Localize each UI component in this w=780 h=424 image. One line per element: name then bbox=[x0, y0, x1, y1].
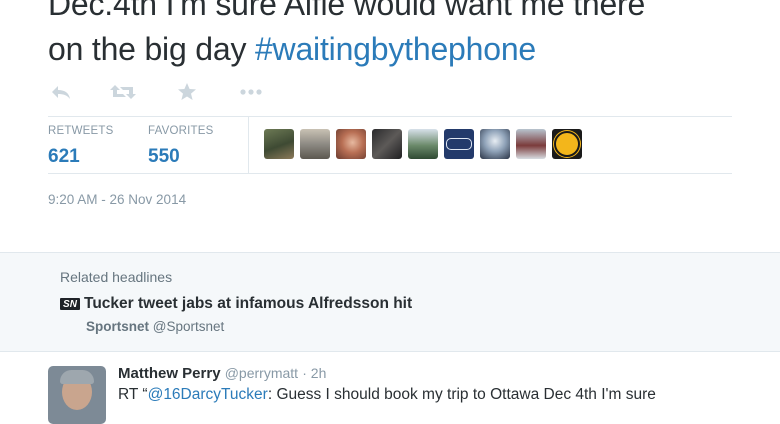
reply-button[interactable] bbox=[48, 80, 74, 104]
related-headlines-label: Related headlines bbox=[60, 269, 173, 285]
favoriter-avatar[interactable] bbox=[444, 129, 474, 159]
reply-author-name[interactable]: Matthew Perry bbox=[118, 365, 221, 382]
tweet-text: Dec.4th I'm sure Alfie would want me the… bbox=[48, 0, 645, 72]
reply-text-rest: : Guess I should book my trip to Ottawa … bbox=[267, 386, 656, 403]
favorite-button[interactable] bbox=[174, 80, 200, 104]
reply-text-prefix: RT “ bbox=[118, 386, 148, 403]
divider-bottom bbox=[48, 173, 732, 174]
bruins-logo-icon bbox=[554, 131, 580, 157]
favoriter-avatar[interactable] bbox=[300, 129, 330, 159]
retweets-label: RETWEETS bbox=[48, 125, 114, 137]
source-name: Sportsnet bbox=[86, 319, 150, 334]
more-button[interactable] bbox=[238, 80, 264, 104]
favoriter-avatar[interactable] bbox=[372, 129, 402, 159]
reply-icon bbox=[52, 86, 70, 99]
related-headlines-panel: Related headlines SN Tucker tweet jabs a… bbox=[0, 252, 780, 352]
favoriter-avatar[interactable] bbox=[408, 129, 438, 159]
related-headline-link[interactable]: SN Tucker tweet jabs at infamous Alfreds… bbox=[60, 295, 412, 313]
favorites-label: FAVORITES bbox=[148, 125, 214, 137]
retweets-count: 621 bbox=[48, 146, 80, 167]
team-logo-icon bbox=[446, 138, 472, 150]
reply-time[interactable]: · 2h bbox=[302, 365, 326, 381]
favoriter-avatar[interactable] bbox=[480, 129, 510, 159]
hashtag-link[interactable]: #waitingbythephone bbox=[255, 31, 536, 67]
favorites-count: 550 bbox=[148, 146, 180, 167]
more-icon bbox=[240, 89, 262, 95]
mention-link[interactable]: @16DarcyTucker bbox=[148, 386, 268, 403]
reply-text: RT “@16DarcyTucker: Guess I should book … bbox=[118, 386, 656, 404]
retweets-stat[interactable]: RETWEETS 621 bbox=[48, 125, 114, 168]
favoriter-avatar[interactable] bbox=[336, 129, 366, 159]
reply-avatar[interactable] bbox=[48, 366, 106, 424]
favoriter-avatar[interactable] bbox=[552, 129, 582, 159]
stats-separator bbox=[248, 116, 249, 173]
related-headline-source[interactable]: Sportsnet @Sportsnet bbox=[86, 319, 224, 334]
tweet-timestamp[interactable]: 9:20 AM - 26 Nov 2014 bbox=[48, 192, 186, 207]
retweet-icon bbox=[110, 85, 136, 99]
reply-header: Matthew Perry @perrymatt · 2h bbox=[118, 365, 326, 382]
related-headline-title: Tucker tweet jabs at infamous Alfredsson… bbox=[84, 295, 413, 312]
tweet-stats: RETWEETS 621 FAVORITES 550 bbox=[48, 116, 732, 173]
favoriter-avatar[interactable] bbox=[516, 129, 546, 159]
tweet-line-1: Dec.4th I'm sure Alfie would want me the… bbox=[48, 0, 646, 22]
source-handle: @Sportsnet bbox=[152, 319, 225, 334]
star-icon bbox=[178, 83, 196, 100]
favorites-stat[interactable]: FAVORITES 550 bbox=[148, 125, 214, 168]
retweet-button[interactable] bbox=[110, 80, 136, 104]
avatar-hair bbox=[60, 370, 94, 384]
tweet-line-2-text: on the big day bbox=[48, 31, 255, 67]
reply-author-handle[interactable]: @perrymatt bbox=[225, 365, 298, 381]
favoriter-avatar[interactable] bbox=[264, 129, 294, 159]
tweet-line-2: on the big day #waitingbythephone bbox=[48, 27, 645, 72]
sportsnet-logo-icon: SN bbox=[60, 298, 80, 310]
